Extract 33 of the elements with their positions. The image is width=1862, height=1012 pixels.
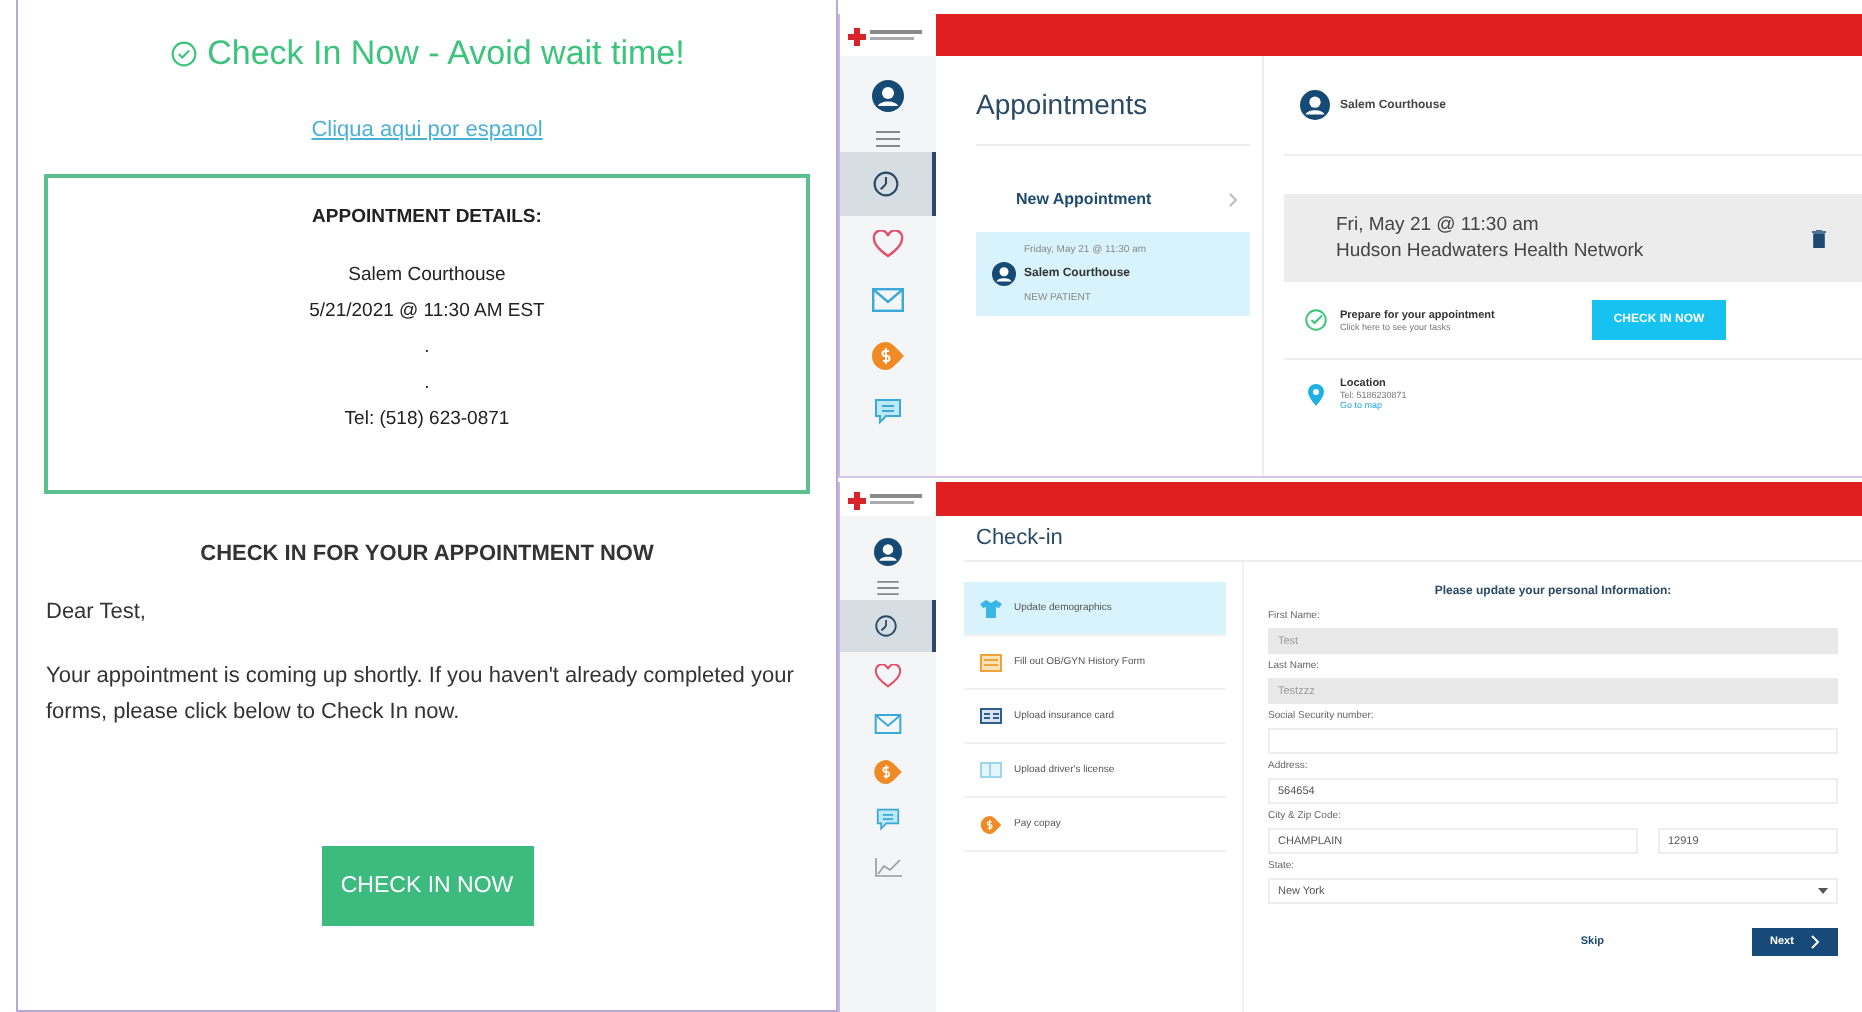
details-line: . [424,370,430,396]
greeting: Dear Test, [46,598,146,628]
email-body: Your appointment is coming up shortly. If you haven't already completed your forms, please click below to Check In now. [46,662,796,728]
chevron-right-icon [1809,934,1820,950]
clock-nav-icon[interactable] [840,600,936,652]
section-heading: CHECK IN FOR YOUR APPOINTMENT NOW [200,542,654,566]
details-heading: APPOINTMENT DETAILS: [312,206,542,228]
details-line: Salem Courthouse [348,262,506,288]
logo-icon [848,25,928,45]
check-in-title: Check-in [964,516,1862,562]
logo-icon [848,489,928,509]
check-circle-icon [1304,308,1328,332]
dropdown-arrow-icon [1818,888,1828,894]
form-icon [980,653,1002,671]
details-line: Tel: (518) 623-0871 [344,406,510,432]
avatar-icon [992,262,1016,286]
shirt-icon [980,599,1002,617]
clock-nav-icon[interactable] [840,152,936,216]
new-appointment-item[interactable]: New Appointment [976,146,1250,232]
chevron-right-icon [1228,191,1238,207]
avatar-icon [1300,90,1330,120]
id-card-icon [980,762,1002,778]
trash-icon[interactable] [1812,229,1826,247]
id-card-icon [980,708,1002,724]
appointment-datetime: Fri, May 21 @ 11:30 am [1336,212,1541,238]
check-circle-icon [169,40,198,68]
map-pin-icon [1308,383,1324,405]
dollar-tag-icon [980,815,1002,833]
appointments-title: Appointments [976,88,1250,146]
details-line: 5/21/2021 @ 11:30 AM EST [309,298,545,324]
network-name: Hudson Headwaters Health Network [1336,238,1644,264]
email-title: Check In Now - Avoid wait time! [207,34,685,74]
details-line: . [424,334,430,360]
